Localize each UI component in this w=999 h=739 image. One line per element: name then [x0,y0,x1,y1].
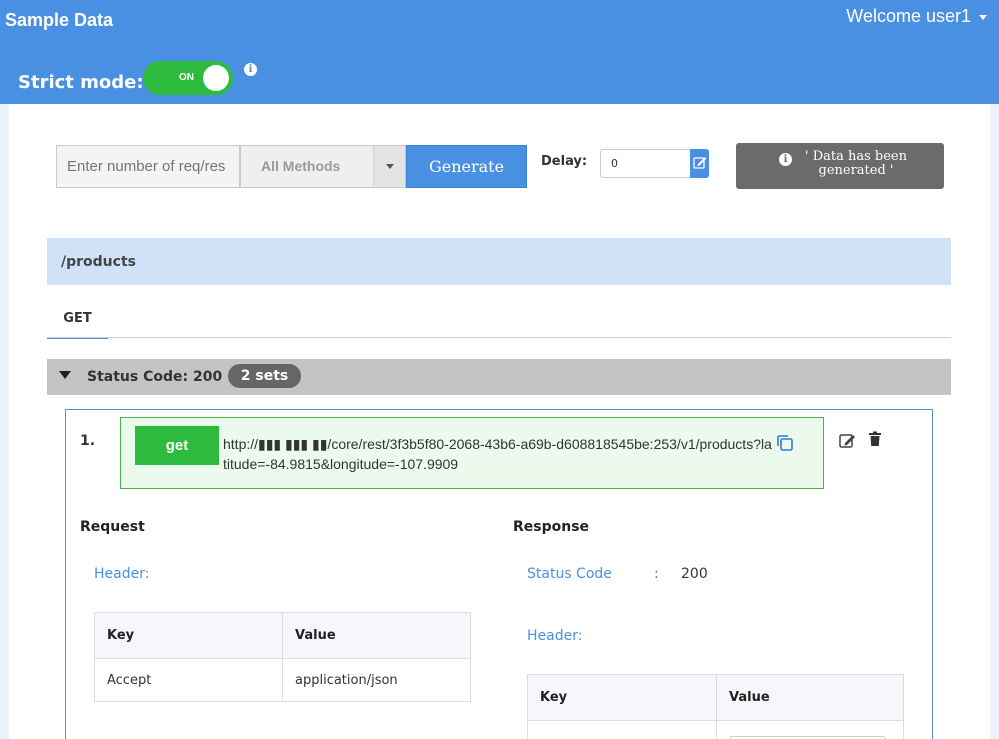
info-icon: i [779,153,792,166]
delay-label: Delay: [541,154,588,169]
response-status-code-value: 200 [681,566,708,582]
header-key-cell: Accept [94,658,283,702]
caret-down-icon [59,371,71,379]
sets-count-badge: 2 sets [228,364,301,388]
tab-get[interactable]: GET [47,309,108,339]
edit-icon [693,157,707,169]
request-header-label: Header: [94,566,150,582]
user-menu[interactable]: Welcome user1 [846,6,987,27]
response-header-label: Header: [527,628,583,644]
table-header-key: Key [527,674,717,721]
strict-mode-toggle[interactable]: ON [143,61,233,95]
table-row [527,720,904,739]
status-message: i ' Data has been generated ' [736,143,944,189]
copy-icon[interactable] [775,433,795,453]
top-bar: Sample Data Welcome user1 Strict mode: O… [0,0,999,104]
app-title: Sample Data [5,10,114,30]
header-value-cell [716,720,904,739]
header-key-cell [527,720,717,739]
table-header-value: Value [716,674,904,721]
req-count-input[interactable] [56,145,240,188]
welcome-text: Welcome user1 [846,6,971,26]
strict-mode-label: Strict mode: [18,72,144,93]
trash-icon[interactable] [868,431,882,447]
delay-input[interactable] [600,149,692,178]
response-status-code-label: Status Code [527,566,612,582]
request-title: Request [80,519,145,535]
table-row: Accept application/json [94,658,471,702]
response-title: Response [513,519,590,535]
tab-divider [47,337,951,338]
response-header-table: Key Value [527,674,904,739]
status-code-group[interactable]: Status Code: 200 2 sets [47,359,951,395]
set-number: 1. [80,433,96,449]
generate-button[interactable]: Generate [406,145,527,188]
method-select[interactable]: All Methods [240,145,406,188]
dropdown-arrow-icon [373,146,405,187]
toggle-state-text: ON [179,72,194,83]
toggle-knob [203,65,229,91]
table-header-key: Key [94,612,283,659]
info-icon[interactable]: i [244,63,257,76]
chevron-down-icon [979,14,987,20]
status-message-text: ' Data has been generated ' [805,149,907,178]
method-badge: get [135,426,219,465]
request-header-table: Key Value Accept application/json [94,612,471,702]
status-code-label: Status Code: 200 [87,369,223,385]
request-url: http://▮▮▮ ▮▮▮ ▮▮/core/rest/3f3b5f80-206… [223,436,772,472]
endpoint-path: /products [61,254,136,270]
table-header-value: Value [282,612,471,659]
separator: : [654,566,659,582]
delay-edit-button[interactable] [690,149,709,178]
header-value-cell: application/json [282,658,471,702]
method-select-value: All Methods [261,158,341,174]
endpoint-path-bar[interactable]: /products [47,238,951,285]
edit-icon[interactable] [838,431,856,449]
